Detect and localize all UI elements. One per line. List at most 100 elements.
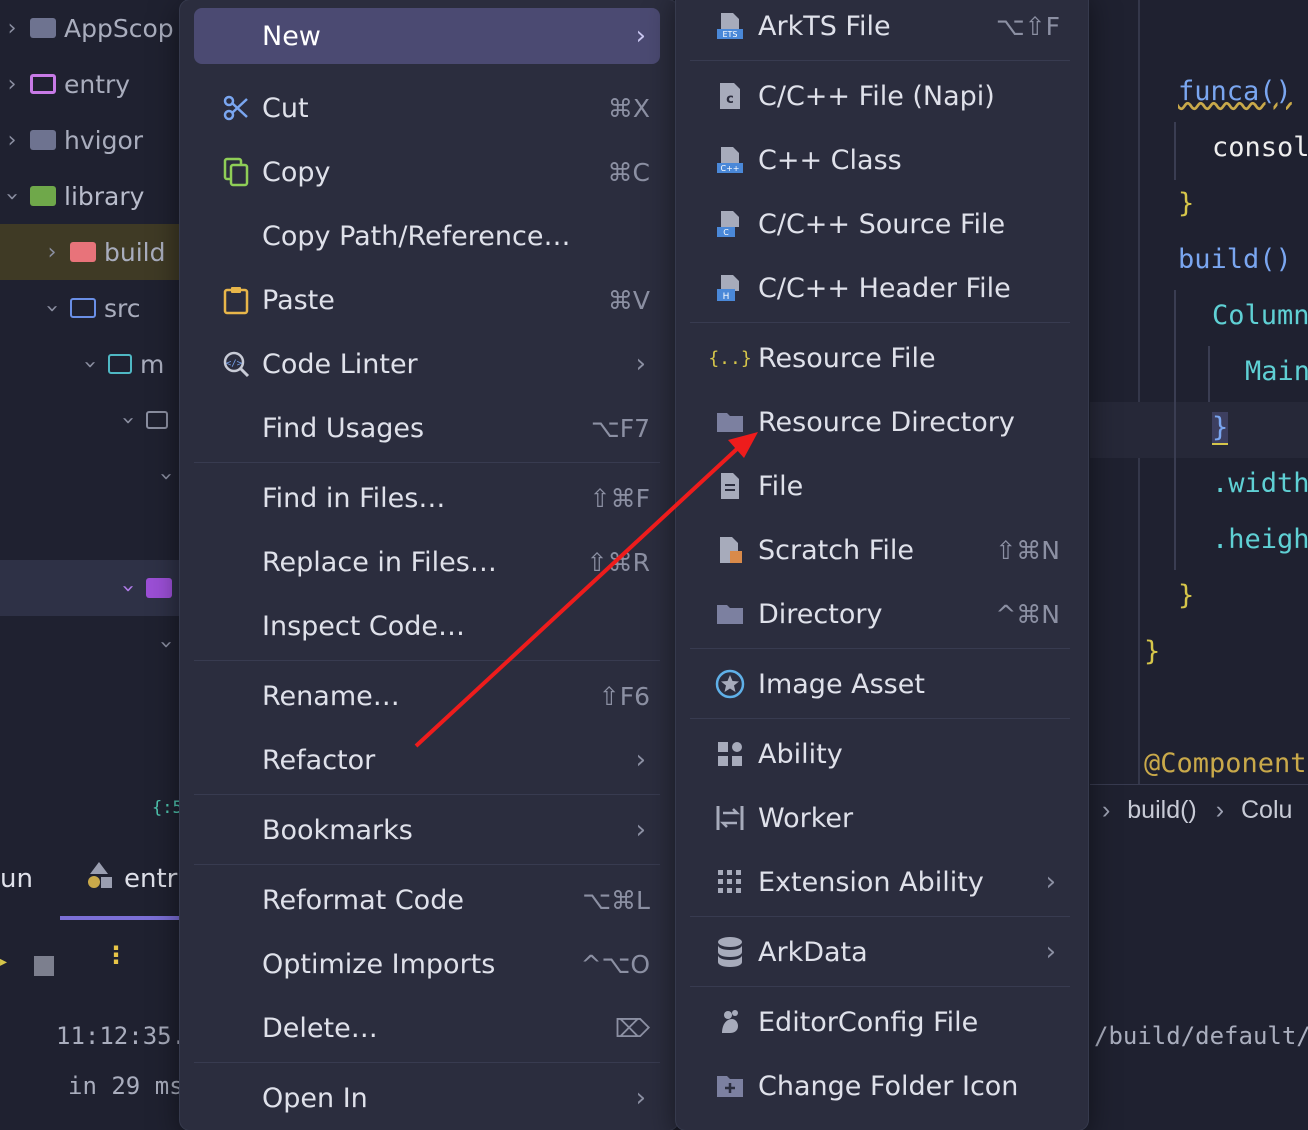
menu-item-extension-ability[interactable]: Extension Ability › (690, 854, 1070, 910)
play-icon[interactable]: ▸ (0, 954, 7, 970)
tab-entry[interactable]: entr (124, 864, 177, 894)
stop-icon[interactable] (34, 956, 54, 976)
menu-item-resource-directory[interactable]: Resource Directory (690, 394, 1070, 450)
console-path: /build/default/o (1094, 1022, 1308, 1050)
code-editor[interactable]: funca() consol } build() Column Main } .… (1090, 0, 1308, 1116)
tree-item-appscope[interactable]: › AppScop (0, 0, 190, 56)
tree-item-hvigor[interactable]: › hvigor (0, 112, 190, 168)
menu-item-label: C/C++ File (Napi) (758, 80, 995, 112)
library-folder-icon (30, 186, 56, 206)
new-submenu: ETS ArkTS File ⌥⇧F c C/C++ File (Napi) C… (676, 0, 1088, 1130)
editorconfig-icon (704, 1007, 756, 1037)
worker-icon (704, 803, 756, 833)
chevron-right-icon[interactable]: › (0, 72, 24, 97)
code-line: consol (1212, 132, 1308, 163)
menu-item-copy-path[interactable]: Copy Path/Reference… (194, 208, 660, 264)
menu-item-delete[interactable]: Delete… ⌦ (194, 1000, 660, 1056)
chevron-right-icon[interactable]: › (0, 128, 24, 153)
chevron-down-icon[interactable]: › (116, 576, 141, 600)
log-time: 11:12:35. (56, 1022, 187, 1050)
menu-item-paste[interactable]: Paste ⌘V (194, 272, 660, 328)
chevron-down-icon[interactable]: › (154, 464, 179, 488)
menu-item-copy[interactable]: Copy ⌘C (194, 144, 660, 200)
menu-item-rename[interactable]: Rename… ⇧F6 (194, 668, 660, 724)
menu-item-file[interactable]: File (690, 458, 1070, 514)
menu-item-scratch-file[interactable]: Scratch File ⇧⌘N (690, 522, 1070, 578)
c-source-icon: C (704, 209, 756, 239)
menu-item-c-header-file[interactable]: H C/C++ Header File (690, 260, 1070, 316)
chevron-down-icon[interactable]: › (154, 632, 179, 656)
tree-item-selected[interactable]: › (0, 560, 190, 616)
menu-item-worker[interactable]: Worker (690, 790, 1070, 846)
context-menu: New › Cut ⌘X Copy ⌘C Copy Path/Reference… (180, 0, 678, 1130)
menu-separator (690, 986, 1070, 987)
shortcut: ⇧⌘R (586, 547, 650, 577)
project-tree: › AppScop › entry › hvigor › library › b… (0, 0, 193, 830)
code-line: } (1178, 580, 1195, 611)
menu-item-image-asset[interactable]: Image Asset (690, 656, 1070, 712)
menu-item-label: Code Linter (262, 348, 418, 380)
menu-item-arkts-file[interactable]: ETS ArkTS File ⌥⇧F (690, 0, 1070, 54)
menu-item-label: EditorConfig File (758, 1006, 979, 1038)
menu-item-label: Resource Directory (758, 406, 1015, 438)
menu-item-change-folder-icon[interactable]: Change Folder Icon (690, 1058, 1070, 1114)
tab-run[interactable]: un (0, 864, 33, 894)
shortcut: ⇧⌘F (589, 483, 650, 513)
breadcrumb-item[interactable]: build() (1127, 796, 1196, 824)
menu-item-label: New (262, 20, 321, 52)
menu-item-optimize-imports[interactable]: Optimize Imports ^⌥O (194, 936, 660, 992)
menu-item-cpp-class[interactable]: C++ C++ Class (690, 132, 1070, 188)
tree-item-collapsed[interactable]: › (0, 448, 190, 504)
tree-item-label: AppScop (64, 13, 174, 43)
menu-item-find-usages[interactable]: Find Usages ⌥F7 (194, 400, 660, 456)
chevron-down-icon[interactable]: › (116, 408, 141, 432)
menu-item-directory[interactable]: Directory ^⌘N (690, 586, 1070, 642)
menu-item-c-napi-file[interactable]: c C/C++ File (Napi) (690, 68, 1070, 124)
menu-item-find-in-files[interactable]: Find in Files… ⇧⌘F (194, 470, 660, 526)
menu-item-cut[interactable]: Cut ⌘X (194, 80, 660, 136)
menu-item-code-linter[interactable]: </> Code Linter › (194, 336, 660, 392)
chevron-right-icon: › (1045, 867, 1056, 897)
chevron-right-icon[interactable]: › (40, 240, 64, 265)
tree-item-label: library (64, 181, 145, 211)
chevron-down-icon[interactable]: › (0, 184, 25, 208)
breadcrumb-item[interactable]: Colu (1241, 796, 1292, 824)
c-header-icon: H (704, 273, 756, 303)
c-napi-file-icon: c (704, 81, 756, 111)
more-options-icon[interactable]: ⋮ (104, 943, 128, 967)
chevron-right-icon: › (635, 815, 646, 845)
tree-item-build[interactable]: › build (0, 224, 190, 280)
chevron-down-icon[interactable]: › (78, 352, 103, 376)
code-line: } (1212, 412, 1229, 445)
menu-item-label: Directory (758, 598, 883, 630)
tree-item-folder[interactable]: › (0, 392, 190, 448)
menu-item-ability[interactable]: Ability (690, 726, 1070, 782)
chevron-right-icon[interactable]: › (0, 16, 24, 41)
menu-item-c-source-file[interactable]: C C/C++ Source File (690, 196, 1070, 252)
menu-item-label: Find in Files… (262, 482, 446, 514)
menu-item-new[interactable]: New › (194, 8, 660, 64)
shortcut: ^⌥O (580, 949, 650, 979)
menu-item-resource-file[interactable]: {..} Resource File (690, 330, 1070, 386)
tree-item-main[interactable]: › m (0, 336, 190, 392)
folder-icon (704, 410, 756, 434)
chevron-down-icon[interactable]: › (40, 296, 65, 320)
menu-item-label: C/C++ Source File (758, 208, 1006, 240)
menu-item-label: Refactor (262, 744, 376, 776)
menu-separator (690, 648, 1070, 649)
tree-item-child[interactable]: › (0, 616, 190, 672)
menu-item-inspect-code[interactable]: Inspect Code… (194, 598, 660, 654)
menu-item-arkdata[interactable]: ArkData › (690, 924, 1070, 980)
menu-item-editorconfig-file[interactable]: EditorConfig File (690, 994, 1070, 1050)
menu-item-bookmarks[interactable]: Bookmarks › (194, 802, 660, 858)
tree-item-entry[interactable]: › entry (0, 56, 190, 112)
menu-item-label: Change Folder Icon (758, 1070, 1019, 1102)
menu-item-replace-in-files[interactable]: Replace in Files… ⇧⌘R (194, 534, 660, 590)
tree-item-library[interactable]: › library (0, 168, 190, 224)
menu-item-label: Cut (262, 92, 309, 124)
menu-item-open-in[interactable]: Open In › (194, 1070, 660, 1126)
menu-item-reformat-code[interactable]: Reformat Code ⌥⌘L (194, 872, 660, 928)
shortcut: ⌥⇧F (995, 11, 1060, 41)
menu-item-refactor[interactable]: Refactor › (194, 732, 660, 788)
tree-item-src[interactable]: › src (0, 280, 190, 336)
